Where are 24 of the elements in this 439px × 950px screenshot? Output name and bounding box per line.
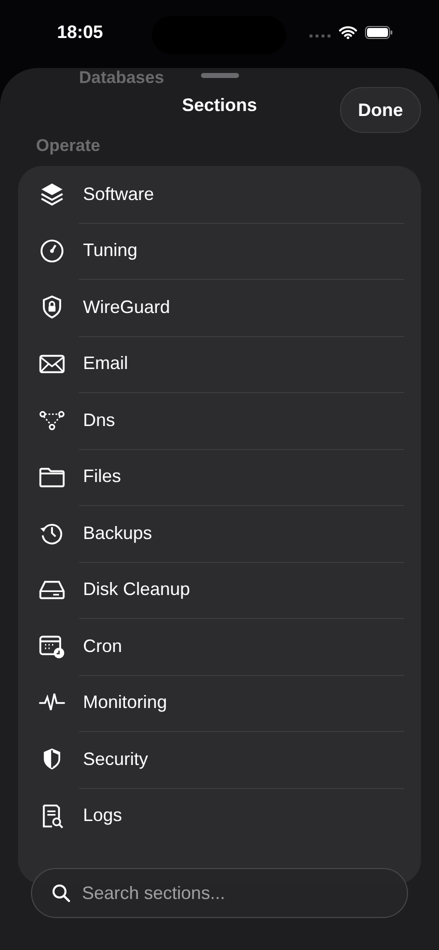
section-item[interactable]: Logs [18,788,421,844]
sheet-grabber[interactable] [200,73,238,78]
done-button[interactable]: Done [340,87,421,133]
section-item[interactable]: Files [18,448,421,505]
section-item[interactable]: Tuning [18,222,421,279]
section-item[interactable]: Backups [18,505,421,562]
wifi-icon [339,26,357,39]
section-item[interactable]: Security [18,731,421,788]
section-item[interactable]: Cron [18,618,421,674]
section-item[interactable]: Monitoring [18,674,421,731]
speedometer-icon [38,236,66,265]
background-row-label: Databases [79,68,164,88]
signal-icon [309,34,331,38]
battery-icon [365,26,393,39]
section-item[interactable]: Disk Cleanup [18,562,421,618]
section-header: Operate [35,136,102,156]
section-item[interactable]: Dns [18,392,421,448]
search-field[interactable]: Search sections... [31,868,408,918]
search-icon [51,883,71,903]
sheet-title: Sections [182,94,258,116]
section-item[interactable]: Software [18,166,421,222]
section-item[interactable]: Email [18,336,421,392]
status-time: 18:05 [57,22,104,43]
section-item[interactable]: WireGuard [18,279,421,336]
